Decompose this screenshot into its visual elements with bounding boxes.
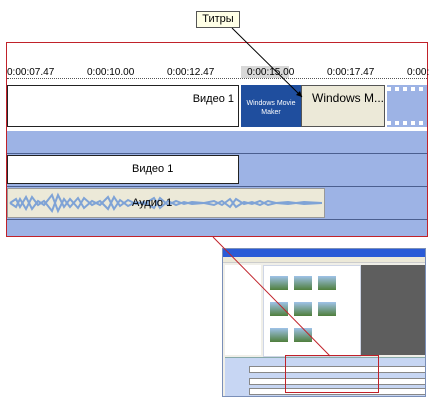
title-clip-label: Windows M... — [312, 91, 385, 105]
title-clip-thumbnail[interactable]: Windows Movie Maker — [241, 85, 301, 127]
video-clip-label: Видео 1 — [192, 93, 234, 105]
audio-clip[interactable]: Аудио 1 — [7, 188, 325, 218]
empty-track — [7, 220, 427, 236]
audio-clip-label: Аудио 1 — [132, 197, 173, 209]
movie-maker-window-thumbnail — [222, 248, 426, 397]
mini-titlebar — [223, 249, 425, 257]
mini-zoom-highlight — [285, 355, 379, 393]
ruler-tick: 0:00:10.00 — [87, 67, 135, 78]
ruler-tick: 0:00:15.00 — [247, 67, 295, 78]
overlay-clip-label: Видео 1 — [132, 163, 174, 175]
ruler-tick: 0:00:07.47 — [7, 67, 55, 78]
overlay-video-clip[interactable]: Видео 1 — [7, 155, 239, 184]
title-clip[interactable]: Windows M... — [301, 85, 385, 127]
mini-collection-pane — [263, 265, 361, 357]
ruler-tick: 0:00:17.47 — [327, 67, 375, 78]
video-clip[interactable]: Видео 1 — [7, 85, 239, 127]
mini-tasks-pane — [225, 265, 261, 355]
timeline-ruler[interactable]: 0:00:07.47 0:00:10.00 0:00:12.47 0:00:15… — [7, 63, 430, 81]
titles-callout: Титры — [196, 11, 240, 28]
ruler-tick: 0:00: — [407, 67, 430, 78]
timeline-zoom: 0:00:07.47 0:00:10.00 0:00:12.47 0:00:15… — [6, 42, 430, 237]
filmstrip — [387, 85, 427, 127]
ruler-line — [7, 78, 427, 79]
mini-menubar — [223, 257, 425, 263]
ruler-tick: 0:00:12.47 — [167, 67, 215, 78]
mini-preview-monitor — [361, 265, 425, 355]
transition-track — [7, 131, 427, 153]
